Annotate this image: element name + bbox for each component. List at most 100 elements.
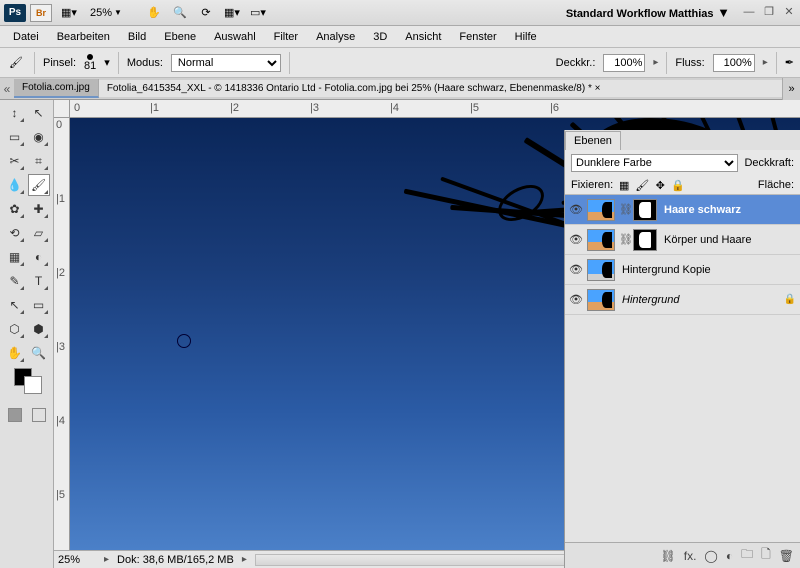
mask-link-icon[interactable]: ⛓ (619, 203, 629, 216)
hand-icon[interactable]: ✋ (146, 5, 162, 21)
marquee-tool[interactable]: ▭ (4, 126, 26, 148)
layer-style-icon[interactable]: fx. (684, 549, 697, 563)
ruler-origin[interactable] (54, 100, 70, 118)
lock-transparency-icon[interactable]: ▦ (617, 178, 631, 192)
arrange-icon[interactable]: ▦▾ (224, 5, 240, 21)
mask-link-icon[interactable]: ⛓ (619, 233, 629, 246)
new-layer-icon[interactable]: 🗋 (761, 545, 771, 566)
ruler-vertical[interactable]: 0|1|2|3|4|5 (54, 118, 70, 550)
layer-hintergrund-kopie[interactable]: 👁 Hintergrund Kopie (565, 255, 800, 285)
menu-hilfe[interactable]: Hilfe (508, 28, 544, 46)
3d-camera-tool[interactable]: ⬢ (28, 318, 50, 340)
menu-bild[interactable]: Bild (121, 28, 153, 46)
lock-position-icon[interactable]: ✥ (653, 178, 667, 192)
slice-tool[interactable]: ⌗ (28, 150, 50, 172)
tab-fotolia[interactable]: Fotolia.com.jpg (14, 79, 99, 98)
layer-thumb[interactable] (587, 289, 615, 311)
menu-ansicht[interactable]: Ansicht (398, 28, 448, 46)
zoom-dropdown[interactable]: 25%▼ (90, 7, 122, 19)
visibility-icon[interactable]: 👁 (569, 293, 583, 307)
visibility-icon[interactable]: 👁 (569, 203, 583, 217)
layer-name[interactable]: Hintergrund (622, 294, 679, 306)
zoom-tool[interactable]: 🔍 (28, 342, 50, 364)
3d-tool[interactable]: ⬡ (4, 318, 26, 340)
lock-all-icon[interactable]: 🔒 (671, 178, 685, 192)
adjustment-layer-icon[interactable]: ◐ (726, 549, 733, 563)
clone-tool[interactable]: ✿ (4, 198, 26, 220)
bucket-tool[interactable]: ◐ (28, 246, 50, 268)
bridge-button[interactable]: Br (30, 4, 52, 22)
menu-datei[interactable]: Datei (6, 28, 46, 46)
layer-mask-thumb[interactable] (633, 229, 657, 251)
tab-scroll-left-icon[interactable]: « (0, 79, 14, 99)
link-layers-icon[interactable]: ⛓ (661, 549, 676, 563)
healing-tool[interactable]: ✚ (28, 198, 50, 220)
path-tool[interactable]: ↖ (4, 294, 26, 316)
tab-scroll-right-icon[interactable]: » (782, 78, 800, 100)
zoom-icon[interactable]: 🔍 (172, 5, 188, 21)
lock-pixels-icon[interactable]: 🖌 (635, 178, 649, 192)
visibility-icon[interactable]: 👁 (569, 263, 583, 277)
menu-filter[interactable]: Filter (267, 28, 305, 46)
layer-mask-thumb[interactable] (633, 199, 657, 221)
layer-koerper-haare[interactable]: 👁 ⛓ Körper und Haare (565, 225, 800, 255)
status-zoom[interactable]: 25% (58, 554, 96, 566)
blend-mode-select[interactable]: Normal (171, 54, 281, 72)
history-brush-tool[interactable]: ⟲ (4, 222, 26, 244)
eraser-tool[interactable]: ▱ (28, 222, 50, 244)
layer-thumb[interactable] (587, 259, 615, 281)
menu-fenster[interactable]: Fenster (452, 28, 503, 46)
delete-layer-icon[interactable]: 🗑 (779, 549, 794, 563)
ruler-horizontal[interactable]: 0|1|2|3|4|5|6 (70, 100, 800, 118)
workspace-switcher[interactable]: Standard Workflow Matthias ▼ (566, 5, 730, 20)
background-color[interactable] (24, 376, 42, 394)
quick-mask-toggle[interactable] (8, 408, 46, 422)
layer-thumb[interactable] (587, 199, 615, 221)
move-tool[interactable]: ↕ (4, 102, 26, 124)
crop-tool[interactable]: ✂ (4, 150, 26, 172)
gradient-tool[interactable]: ▦ (4, 246, 26, 268)
screen-mode-icon[interactable]: ▭▾ (250, 5, 266, 21)
mini-bridge-button[interactable]: ▦▾ (56, 4, 82, 22)
layer-blend-select[interactable]: Dunklere Farbe (571, 154, 738, 172)
airbrush-icon[interactable]: ✒ (785, 56, 794, 69)
flow-flyout-icon[interactable]: ▸ (763, 57, 768, 68)
brush-preview[interactable]: 81 (84, 54, 96, 72)
type-tool[interactable]: T (28, 270, 50, 292)
layer-thumb[interactable] (587, 229, 615, 251)
tab-fotolia-xxl[interactable]: Fotolia_6415354_XXL - © 1418336 Ontario … (99, 80, 800, 97)
new-group-icon[interactable]: 🗀 (741, 545, 753, 566)
brush-tool[interactable]: 🖌 (28, 174, 50, 196)
menu-3d[interactable]: 3D (366, 28, 394, 46)
layers-footer: ⛓ fx. ◯ ◐ 🗀 🗋 🗑 (565, 542, 800, 568)
tool-preset-icon[interactable]: 🖌 (6, 53, 26, 73)
close-button[interactable]: ✕ (782, 6, 796, 20)
layer-name[interactable]: Körper und Haare (664, 234, 751, 246)
opacity-flyout-icon[interactable]: ▸ (653, 57, 658, 68)
hand-tool[interactable]: ✋ (4, 342, 26, 364)
menu-bearbeiten[interactable]: Bearbeiten (50, 28, 117, 46)
menu-analyse[interactable]: Analyse (309, 28, 362, 46)
menu-auswahl[interactable]: Auswahl (207, 28, 263, 46)
minimize-button[interactable]: — (742, 6, 756, 20)
eyedropper-tool[interactable]: 💧 (4, 174, 26, 196)
menu-ebene[interactable]: Ebene (157, 28, 203, 46)
pen-tool[interactable]: ✎ (4, 270, 26, 292)
lasso-tool[interactable]: ◉ (28, 126, 50, 148)
panel-tab-ebenen[interactable]: Ebenen (565, 131, 621, 150)
add-mask-icon[interactable]: ◯ (704, 549, 717, 563)
layer-name[interactable]: Haare schwarz (664, 204, 741, 216)
rotate-icon[interactable]: ⟳ (198, 5, 214, 21)
layer-hintergrund[interactable]: 👁 Hintergrund 🔒 (565, 285, 800, 315)
brush-dropdown-icon[interactable]: ▾ (104, 56, 110, 69)
opacity-input[interactable] (603, 54, 645, 72)
selection-tool[interactable]: ↖ (28, 102, 50, 124)
visibility-icon[interactable]: 👁 (569, 233, 583, 247)
shape-tool[interactable]: ▭ (28, 294, 50, 316)
status-zoom-flyout-icon[interactable]: ▸ (104, 554, 109, 565)
layer-name[interactable]: Hintergrund Kopie (622, 264, 711, 276)
status-info-flyout-icon[interactable]: ▸ (242, 554, 247, 565)
flow-input[interactable] (713, 54, 755, 72)
layer-haare-schwarz[interactable]: 👁 ⛓ Haare schwarz (565, 195, 800, 225)
restore-button[interactable]: ❐ (762, 6, 776, 20)
